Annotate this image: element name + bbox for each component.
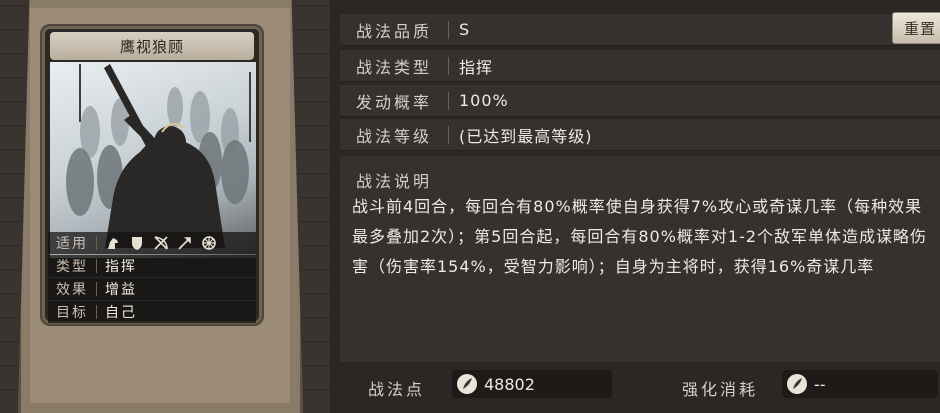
- stat-row-target: 目标 自己: [48, 301, 256, 323]
- siege-wheel-icon: [202, 236, 216, 250]
- feather-icon: [457, 374, 477, 394]
- stat-label: 目标: [56, 305, 88, 321]
- tactic-artwork: [50, 62, 256, 258]
- upgrade-cost-display: --: [782, 370, 938, 398]
- divider: [448, 125, 449, 144]
- type-value: 指挥: [459, 57, 494, 77]
- tactic-points-value: 48802: [484, 374, 535, 394]
- tactic-info-panel: 战法品质 S 战法类型 指挥 发动概率 100% 战法等级 (已达到最高等级) …: [330, 0, 940, 413]
- stat-row-effect: 效果 增益: [48, 278, 256, 300]
- type-label: 战法类型: [356, 57, 433, 77]
- stat-value: 自己: [105, 305, 137, 321]
- upgrade-cost-label: 强化消耗: [682, 380, 759, 399]
- divider: [448, 91, 449, 110]
- trigger-rate-label: 发动概率: [356, 92, 433, 112]
- trigger-rate-row: 发动概率 100%: [340, 85, 940, 117]
- unit-type-icons: [105, 235, 217, 251]
- quality-label: 战法品质: [356, 21, 433, 41]
- feather-icon: [787, 374, 807, 394]
- divider: [96, 259, 97, 273]
- description-box: 战法说明 战斗前4回合，每回合有80%概率使自身获得7%攻心或奇谋几率（每种效果…: [340, 156, 940, 362]
- level-value: (已达到最高等级): [459, 126, 593, 146]
- description-title: 战法说明: [356, 172, 433, 191]
- stat-label: 效果: [56, 282, 88, 298]
- type-row: 战法类型 指挥: [340, 50, 940, 82]
- stat-label: 适用: [56, 236, 88, 252]
- trigger-rate-value: 100%: [459, 91, 509, 110]
- divider: [96, 282, 97, 296]
- tactic-points-label: 战法点: [368, 380, 426, 399]
- description-text: 战斗前4回合，每回合有80%概率使自身获得7%攻心或奇谋几率（每种效果最多叠加2…: [352, 197, 928, 276]
- quality-row: 战法品质 S: [340, 14, 940, 46]
- divider: [96, 236, 97, 250]
- upgrade-cost-value: --: [814, 374, 826, 394]
- cavalry-icon: [108, 238, 118, 249]
- stat-label: 类型: [56, 259, 88, 275]
- bow-icon: [154, 236, 168, 250]
- general-silhouette-art: [66, 64, 251, 248]
- divider: [448, 20, 449, 39]
- quality-value: S: [459, 20, 471, 39]
- card-stats: 适用 类型 指挥 效果 增益 目标 自己: [48, 232, 256, 324]
- divider: [96, 305, 97, 319]
- card-title: 鹰视狼顾: [50, 32, 254, 60]
- stat-row-applicable: 适用: [48, 232, 256, 254]
- tactic-card: 鹰视狼顾 适用 类型 指挥 效果 增益 目标 自己: [40, 24, 264, 326]
- shield-icon: [132, 237, 142, 250]
- stat-value: 增益: [105, 282, 137, 298]
- stat-row-type: 类型 指挥: [48, 255, 256, 277]
- tactic-points-display: 48802: [452, 370, 612, 398]
- level-row: 战法等级 (已达到最高等级): [340, 119, 940, 151]
- spear-icon: [178, 237, 191, 250]
- reset-button[interactable]: 重置: [892, 12, 940, 44]
- stat-value: 指挥: [105, 259, 137, 275]
- divider: [448, 56, 449, 75]
- level-label: 战法等级: [356, 126, 433, 146]
